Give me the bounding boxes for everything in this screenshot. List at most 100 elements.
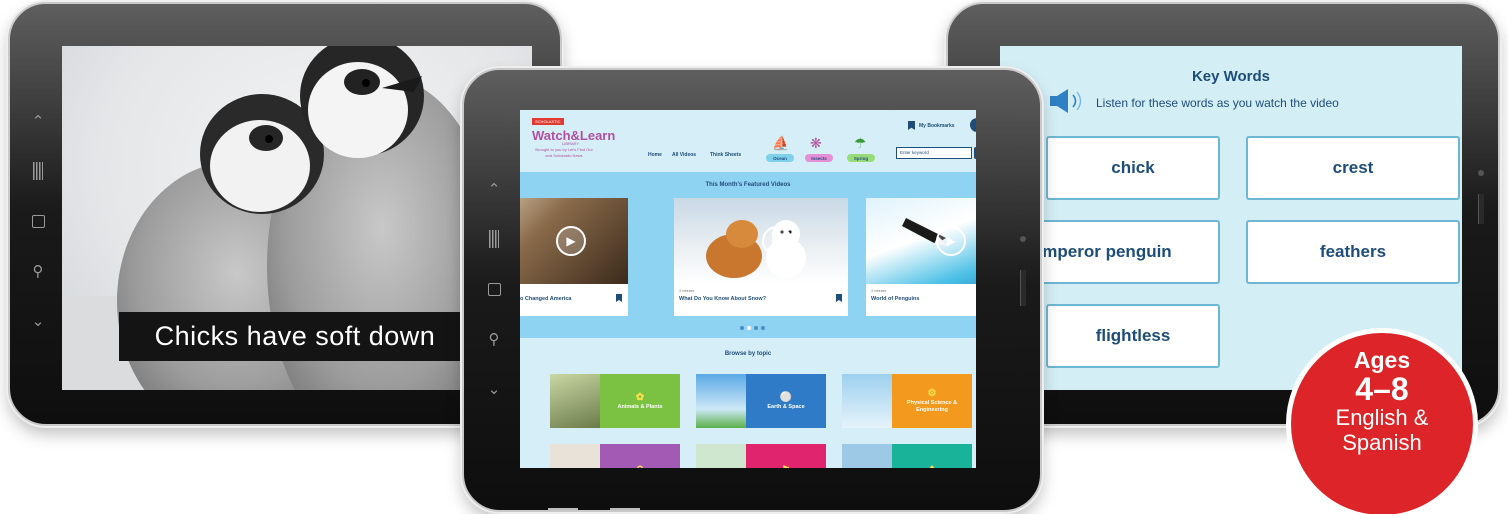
video-card[interactable]: ▶ 3 minutes What Do You Know About Snow? — [674, 198, 848, 316]
search-input[interactable]: Enter keyword — [896, 147, 972, 159]
topic-label-box: ⚪ Earth & Space — [746, 374, 826, 428]
bookmark-icon[interactable] — [836, 294, 842, 302]
topic-photo — [696, 374, 746, 428]
featured-videos-section: This Month's Featured Videos ▶ o Changed… — [520, 172, 976, 338]
tablet-center: ⌃ ⚲ ⌄ SCHOLASTIC Watch&Learn LIBRARY Bro… — [462, 68, 1042, 512]
topic-pill-spring[interactable]: Spring — [847, 154, 875, 162]
keyword-card-feathers[interactable]: feathers — [1246, 220, 1460, 284]
umbrella-icon[interactable]: ☂ — [854, 136, 867, 152]
topic-photo — [842, 444, 892, 468]
chevron-up-icon[interactable]: ⌃ — [488, 164, 501, 214]
keyword-label: flightless — [1095, 326, 1171, 345]
caption-box: Chicks have soft down — [119, 312, 471, 361]
badge-age-range: 4–8 — [1355, 371, 1409, 407]
carousel-dot[interactable] — [747, 326, 751, 330]
video-title: o Changed America — [520, 296, 572, 302]
keyword-card-chick[interactable]: chick — [1046, 136, 1220, 200]
menu-bars-icon[interactable] — [33, 146, 43, 196]
carousel-dot[interactable] — [754, 326, 758, 330]
topic-tile[interactable]: ❖ — [842, 444, 972, 468]
topic-photo — [550, 444, 600, 468]
chevron-down-icon[interactable]: ⌄ — [488, 364, 501, 414]
keyword-label: mperor penguin — [1042, 242, 1172, 261]
scholastic-badge[interactable]: SCHOLASTIC — [532, 118, 564, 125]
topic-pill-ocean[interactable]: Ocean — [766, 154, 794, 162]
topic-label-box: ⚲ — [600, 444, 680, 468]
carousel-dot[interactable] — [740, 326, 744, 330]
carousel-dots[interactable] — [740, 326, 765, 330]
topic-photo — [696, 444, 746, 468]
play-icon[interactable]: ▶ — [936, 226, 966, 256]
planet-icon: ⚪ — [779, 391, 793, 403]
gear-icon: ⚙ — [927, 388, 937, 399]
keyword-card-flightless[interactable]: flightless — [1046, 304, 1220, 368]
center-side-controls: ⌃ ⚲ ⌄ — [474, 164, 514, 414]
topic-label: Physical Science & Engineering — [906, 400, 958, 413]
video-title: World of Penguins — [871, 296, 920, 302]
toothbrush-icon: ❖ — [928, 465, 937, 468]
topic-tile-physical-science[interactable]: ⚙ Physical Science & Engineering — [842, 374, 972, 428]
topic-photo — [842, 374, 892, 428]
topic-label: Animals & Plants — [617, 403, 663, 410]
site-header: SCHOLASTIC Watch&Learn LIBRARY Brought t… — [520, 110, 976, 172]
bookmark-icon[interactable] — [616, 294, 622, 302]
keyword-label: feathers — [1319, 242, 1387, 261]
topic-label-box: ⚑ — [746, 444, 826, 468]
video-card[interactable]: ▶ 3 minutes World of Penguins — [866, 198, 976, 316]
key-words-instruction: Listen for these words as you watch the … — [1096, 96, 1339, 110]
flag-icon: ⚑ — [782, 465, 791, 468]
search-icon[interactable]: ⚲ — [33, 246, 44, 296]
carousel-dot[interactable] — [761, 326, 765, 330]
video-title: What Do You Know About Snow? — [679, 296, 766, 302]
keyword-label: chick — [1111, 158, 1155, 177]
search-icon[interactable]: ⚲ — [489, 314, 500, 364]
key-words-title: Key Words — [1191, 68, 1271, 85]
home-square-icon[interactable] — [31, 196, 45, 246]
account-icon[interactable] — [970, 118, 976, 132]
topic-tile-earth-space[interactable]: ⚪ Earth & Space — [696, 374, 826, 428]
featured-videos-title: This Month's Featured Videos — [705, 182, 791, 188]
topic-photo — [550, 374, 600, 428]
badge-language-line1: English & — [1335, 405, 1429, 430]
home-square-icon[interactable] — [487, 264, 501, 314]
play-icon[interactable]: ▶ — [556, 226, 586, 256]
topic-label-box: ❖ — [892, 444, 972, 468]
badge-ages-label: Ages — [1353, 347, 1411, 373]
video-duration: 3 minutes — [679, 289, 695, 293]
speaker-icon[interactable] — [1048, 86, 1088, 116]
nav-home[interactable]: Home — [648, 152, 662, 158]
topic-pill-insects[interactable]: Insects — [805, 154, 833, 162]
topic-label-box: ✿ Animals & Plants — [600, 374, 680, 428]
nav-think-sheets[interactable]: Think Sheets — [710, 152, 741, 158]
browse-by-topic-title: Browse by topic — [724, 351, 772, 357]
nav-all-videos[interactable]: All Videos — [672, 152, 696, 158]
magnifier-icon: ⚲ — [636, 465, 643, 468]
left-side-controls: ⌃ ⚲ ⌄ — [18, 96, 58, 346]
butterfly-icon[interactable]: ❋ — [810, 136, 822, 152]
video-caption: Chicks have soft down — [154, 321, 436, 351]
my-bookmarks-link[interactable]: My Bookmarks — [908, 121, 955, 130]
chevron-down-icon[interactable]: ⌄ — [32, 296, 45, 346]
topic-label-box: ⚙ Physical Science & Engineering — [892, 374, 972, 428]
search-button[interactable]: ⚲ — [974, 147, 976, 159]
keyword-card-crest[interactable]: crest — [1246, 136, 1460, 200]
ages-badge: Ages 4–8 English & Spanish — [1286, 328, 1478, 514]
sailboat-icon[interactable]: ⛵ — [772, 136, 789, 152]
leaf-icon: ✿ — [635, 391, 645, 403]
topic-tile[interactable]: ⚲ — [550, 444, 680, 468]
my-bookmarks-label: My Bookmarks — [919, 122, 955, 129]
brand-library-label: LIBRARY — [562, 141, 580, 146]
video-thumbnail — [674, 198, 848, 284]
topic-tile[interactable]: ⚑ — [696, 444, 826, 468]
topic-tile-animals-plants[interactable]: ✿ Animals & Plants — [550, 374, 680, 428]
brand-tagline: Brought to you by Let's Find Out and Sch… — [535, 147, 593, 158]
video-card[interactable]: ▶ o Changed America — [520, 198, 628, 316]
video-duration: 3 minutes — [871, 289, 887, 293]
chevron-up-icon[interactable]: ⌃ — [32, 96, 45, 146]
bookmark-icon — [908, 121, 915, 130]
topic-label: Earth & Space — [767, 403, 805, 410]
play-icon[interactable]: ▶ — [762, 226, 792, 256]
watch-learn-library-screen: SCHOLASTIC Watch&Learn LIBRARY Brought t… — [520, 110, 976, 468]
keyword-label: crest — [1332, 158, 1374, 177]
menu-bars-icon[interactable] — [489, 214, 499, 264]
